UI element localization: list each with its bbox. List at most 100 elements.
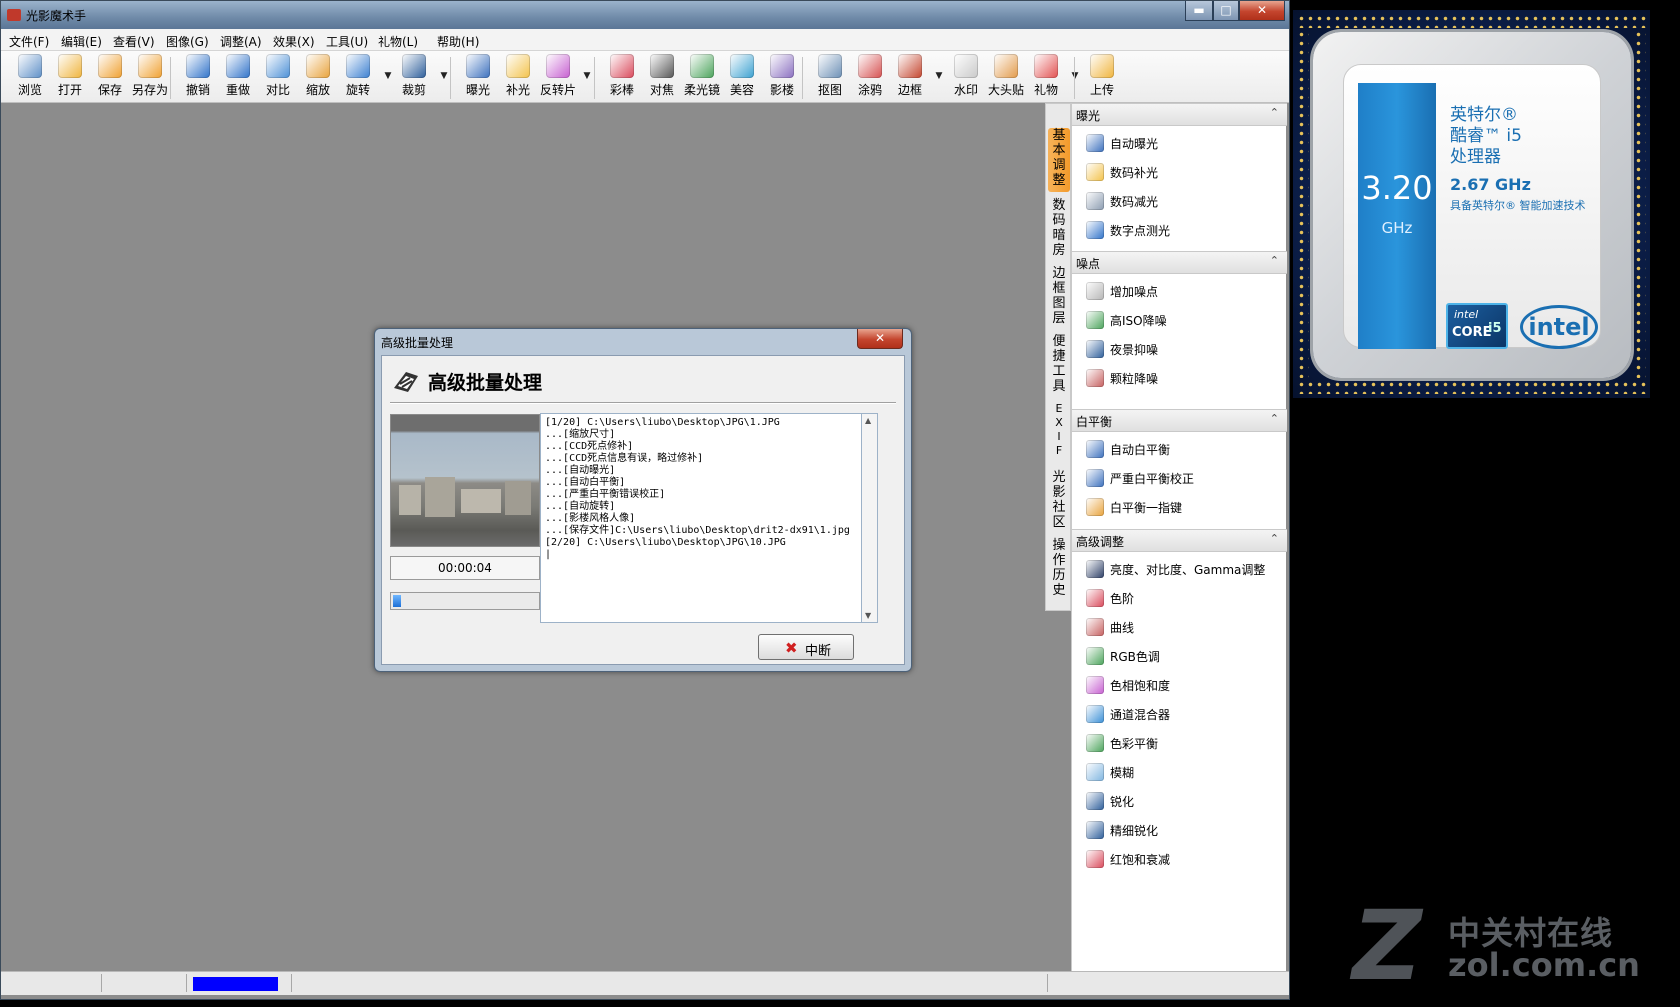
tool-upload-button[interactable]: 上传	[1082, 54, 1122, 98]
process-log[interactable]: [1/20] C:\Users\liubo\Desktop\JPG\1.JPG.…	[540, 413, 862, 623]
tool-undo-button[interactable]: 撤销	[178, 54, 218, 98]
maximize-button[interactable]: □	[1213, 1, 1239, 21]
scroll-down-icon[interactable]: ▼	[865, 611, 871, 620]
tool-exposure-button[interactable]: 曝光	[458, 54, 498, 98]
zoom-icon	[306, 54, 330, 78]
menu-gift[interactable]: 礼物(L)	[378, 33, 418, 50]
panel-item-label: 色阶	[1110, 592, 1135, 606]
panel-item[interactable]: 通道混合器	[1086, 702, 1281, 726]
panel-item-label: 通道混合器	[1110, 708, 1171, 722]
tool-open-folder-button[interactable]: 打开	[50, 54, 90, 98]
tab-frame-layer[interactable]: 边框图层	[1048, 266, 1070, 328]
menu-adjust[interactable]: 调整(A)	[220, 33, 262, 50]
collapse-chevron-icon[interactable]: ⌃	[1270, 106, 1279, 119]
progress-fill	[393, 595, 401, 607]
panel-item[interactable]: 高ISO降噪	[1086, 308, 1281, 332]
tool-doodle-button[interactable]: 涂鸦	[850, 54, 890, 98]
tab-exif[interactable]: EXIF	[1048, 402, 1070, 464]
doodle-icon	[858, 54, 882, 78]
panel-item[interactable]: 增加噪点	[1086, 279, 1281, 303]
panel-item[interactable]: 白平衡一指键	[1086, 495, 1281, 519]
tool-soft-filter-button[interactable]: 柔光镜	[682, 54, 722, 98]
dropdown-arrow-icon[interactable]: ▼	[383, 71, 393, 81]
tool-color-wand-button[interactable]: 彩棒	[602, 54, 642, 98]
tool-redo-button[interactable]: 重做	[218, 54, 258, 98]
dropdown-arrow-icon[interactable]: ▼	[582, 71, 592, 81]
panel-item[interactable]: 自动白平衡	[1086, 437, 1281, 461]
section-header[interactable]: 高级调整 ⌃	[1072, 529, 1287, 552]
collapse-chevron-icon[interactable]: ⌃	[1270, 532, 1279, 545]
stop-button[interactable]: ✖ 中断	[758, 634, 854, 660]
section-header[interactable]: 白平衡 ⌃	[1072, 409, 1287, 432]
section-header[interactable]: 曝光 ⌃	[1072, 103, 1287, 126]
dropdown-arrow-icon[interactable]: ▼	[1070, 71, 1080, 81]
tool-browse-button[interactable]: 浏览	[10, 54, 50, 98]
panel-item[interactable]: 亮度、对比度、Gamma调整	[1086, 557, 1281, 581]
tool-rotate-button[interactable]: 旋转	[338, 54, 378, 98]
tool-beauty-button[interactable]: 美容	[722, 54, 762, 98]
panel-item[interactable]: 模糊	[1086, 760, 1281, 784]
dropdown-arrow-icon[interactable]: ▼	[439, 71, 449, 81]
minimize-button[interactable]: ▬	[1185, 1, 1213, 21]
toolbar-separator	[594, 57, 595, 99]
panel-item[interactable]: 数码减光	[1086, 189, 1281, 213]
dialog-close-button[interactable]: ✕	[857, 329, 903, 349]
redo-icon	[226, 54, 250, 78]
section-header[interactable]: 噪点 ⌃	[1072, 251, 1287, 274]
tab-basic-adjust[interactable]: 基本调整	[1048, 128, 1070, 192]
adjust-tool-icon	[1086, 850, 1104, 868]
menu-image[interactable]: 图像(G)	[166, 33, 209, 50]
frame-icon	[898, 54, 922, 78]
tool-save-as-button[interactable]: 另存为	[130, 54, 170, 98]
dropdown-arrow-icon[interactable]: ▼	[934, 71, 944, 81]
menu-effect[interactable]: 效果(X)	[273, 33, 315, 50]
panel-item[interactable]: 色彩平衡	[1086, 731, 1281, 755]
tab-history[interactable]: 操作历史	[1048, 538, 1070, 600]
panel-item[interactable]: 严重白平衡校正	[1086, 466, 1281, 490]
panel-item[interactable]: 数码补光	[1086, 160, 1281, 184]
tool-slide-film-button[interactable]: 反转片	[538, 54, 578, 98]
panel-item[interactable]: 数字点测光	[1086, 218, 1281, 242]
panel-item[interactable]: 色相饱和度	[1086, 673, 1281, 697]
tool-compare-button[interactable]: 对比	[258, 54, 298, 98]
stop-x-icon: ✖	[785, 639, 798, 657]
panel-item[interactable]: 色阶	[1086, 586, 1281, 610]
panel-item[interactable]: 夜景抑噪	[1086, 337, 1281, 361]
log-scrollbar[interactable]: ▲ ▼	[862, 413, 878, 623]
menu-file[interactable]: 文件(F)	[9, 33, 49, 50]
panel-item[interactable]: 自动曝光	[1086, 131, 1281, 155]
collapse-chevron-icon[interactable]: ⌃	[1270, 254, 1279, 267]
collapse-chevron-icon[interactable]: ⌃	[1270, 412, 1279, 425]
panel-item[interactable]: 精细锐化	[1086, 818, 1281, 842]
tool-cutout-button[interactable]: 抠图	[810, 54, 850, 98]
tab-digital-darkroom[interactable]: 数码暗房	[1048, 198, 1070, 260]
log-line: ...[影楼风格人像]	[545, 513, 636, 524]
menu-help[interactable]: 帮助(H)	[437, 33, 479, 50]
panel-item[interactable]: 锐化	[1086, 789, 1281, 813]
tool-frame-button[interactable]: 边框	[890, 54, 930, 98]
scroll-up-icon[interactable]: ▲	[865, 416, 871, 425]
menu-view[interactable]: 查看(V)	[113, 33, 155, 50]
menu-edit[interactable]: 编辑(E)	[61, 33, 102, 50]
tool-crop-button[interactable]: 裁剪	[394, 54, 434, 98]
tool-photo-sticker-button[interactable]: 大头贴	[986, 54, 1026, 98]
close-button[interactable]: ✕	[1239, 1, 1285, 21]
panel-item[interactable]: RGB色调	[1086, 644, 1281, 668]
tool-studio-button[interactable]: 影楼	[762, 54, 802, 98]
tool-fill-light-button[interactable]: 补光	[498, 54, 538, 98]
tool-watermark-button[interactable]: 水印	[946, 54, 986, 98]
tool-label: 旋转	[345, 83, 370, 97]
panel-item[interactable]: 颗粒降噪	[1086, 366, 1281, 390]
panel-item[interactable]: 曲线	[1086, 615, 1281, 639]
menu-tools[interactable]: 工具(U)	[326, 33, 368, 50]
tool-zoom-button[interactable]: 缩放	[298, 54, 338, 98]
tab-quick-tools[interactable]: 便捷工具	[1048, 334, 1070, 396]
browse-icon	[18, 54, 42, 78]
panel-item[interactable]: 红饱和衰减	[1086, 847, 1281, 871]
adjust-panel: 曝光 ⌃ 自动曝光数码补光数码减光数字点测光噪点 ⌃ 增加噪点高ISO降噪 夜景抑噪颗粒降…	[1071, 103, 1287, 971]
tool-gift-button[interactable]: 礼物	[1026, 54, 1066, 98]
tab-community[interactable]: 光影社区	[1048, 470, 1070, 532]
tool-save-button[interactable]: 保存	[90, 54, 130, 98]
tool-focus-button[interactable]: 对焦	[642, 54, 682, 98]
panel-item-label: RGB色调	[1110, 650, 1160, 664]
